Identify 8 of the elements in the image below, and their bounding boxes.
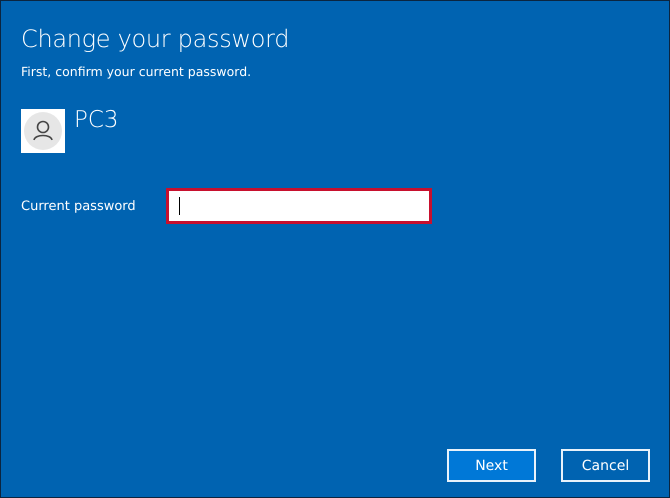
user-avatar-icon — [21, 109, 65, 153]
window-title: Change your password — [21, 24, 290, 55]
account-name: PC3 — [74, 107, 119, 133]
cancel-button[interactable]: Cancel — [561, 449, 650, 482]
password-field[interactable] — [166, 188, 432, 224]
next-button[interactable]: Next — [447, 449, 536, 482]
instruction-text: First, confirm your current password. — [21, 64, 252, 79]
field-label: Current password — [21, 198, 137, 214]
